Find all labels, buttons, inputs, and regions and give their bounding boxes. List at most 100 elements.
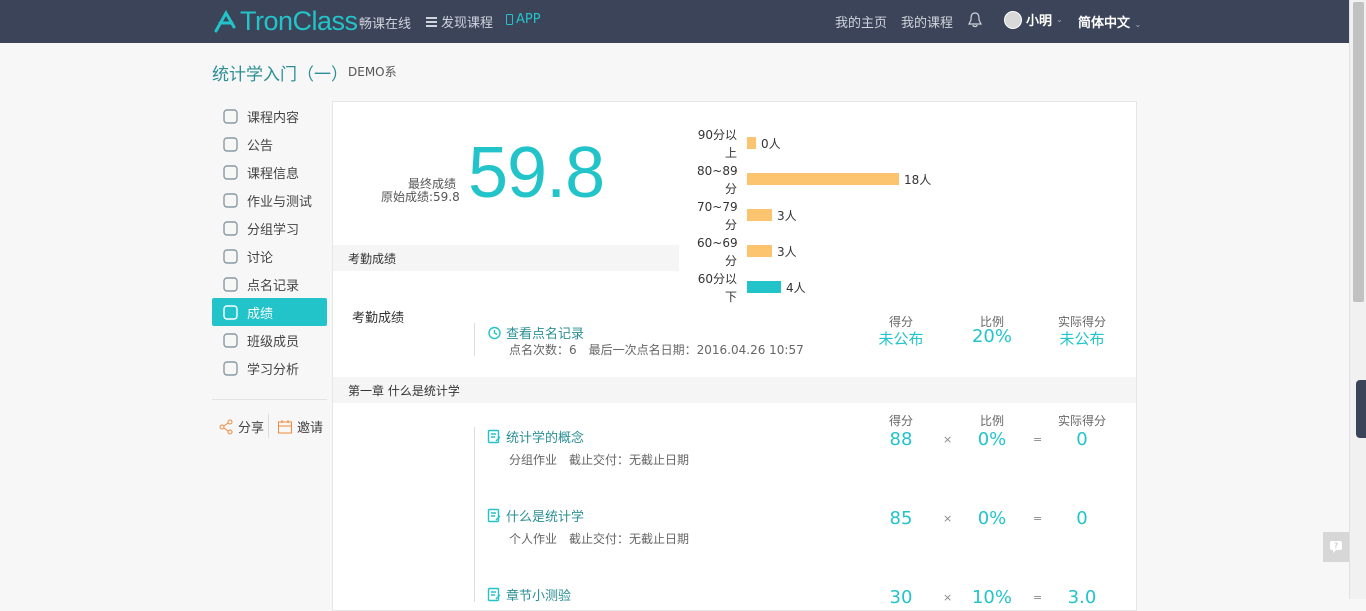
username: 小明 (1026, 14, 1053, 29)
activity-actual: 0 (1076, 508, 1088, 529)
calendar-icon (278, 419, 292, 433)
activity-link[interactable]: 什么是统计学 (487, 506, 584, 525)
distribution-bar (747, 245, 772, 257)
sidebar-item-label: 班级成员 (247, 334, 300, 350)
roll-call-icon (223, 276, 238, 292)
sidebar-item-3[interactable]: 作业与测试 (212, 186, 327, 214)
sidebar-item-label: 分组学习 (247, 222, 300, 238)
course-dept: DEMO系 (348, 65, 397, 79)
attendance-actual: 未公布 (1059, 330, 1105, 348)
chapter-band-label: 第一章 什么是统计学 (348, 383, 460, 398)
scrollbar-thumb[interactable] (1353, 2, 1364, 302)
top-navbar: TronClass 畅课在线 发现课程 APP 我的主页 我的课程 小明 ⌄ 简… (0, 0, 1349, 43)
slogan: 畅课在线 (359, 17, 412, 32)
attendance-title: 考勤成绩 (352, 311, 405, 326)
sidebar-item-9[interactable]: 学习分析 (212, 354, 327, 382)
activity-title: 统计学的概念 (506, 431, 585, 446)
activity-score: 88 (889, 429, 913, 450)
activity-title: 章节小测验 (506, 589, 572, 604)
sidebar-item-label: 成绩 (247, 306, 274, 322)
course-info-icon (223, 164, 238, 180)
divider (474, 323, 475, 356)
activity-link[interactable]: 统计学的概念 (487, 427, 584, 446)
activity-actual: 3.0 (1067, 587, 1097, 608)
homework-icon (223, 192, 238, 208)
my-home-link[interactable]: 我的主页 (835, 12, 887, 31)
distribution-value: 3人 (777, 245, 797, 259)
sidebar-item-0[interactable]: 课程内容 (212, 102, 327, 130)
sidebar-item-label: 学习分析 (247, 362, 300, 378)
invite-button[interactable]: 邀请 (277, 417, 323, 436)
distribution-bar (747, 281, 781, 293)
activity-ratio: 0% (977, 429, 1007, 450)
distribution-value: 4人 (786, 281, 806, 295)
distribution-label: 60~69分 (697, 236, 738, 268)
distribution-value: 0人 (761, 137, 781, 151)
distribution-value: 3人 (777, 209, 797, 223)
equals-sign: = (1033, 591, 1043, 604)
equals-sign: = (1033, 433, 1043, 446)
page-scrollbar[interactable] (1349, 0, 1366, 599)
actual-score-header: 实际得分 (1057, 414, 1106, 428)
activity-title: 什么是统计学 (506, 510, 585, 525)
discover-courses-link[interactable]: 发现课程 (426, 12, 493, 31)
original-score-label: 原始成绩:59.8 (381, 190, 460, 204)
sidebar-item-8[interactable]: 班级成员 (212, 326, 327, 354)
svg-text:?: ? (1334, 542, 1338, 551)
roll-call-meta: 点名次数：6 最后一次点名日期：2016.04.26 10:57 (509, 343, 804, 357)
group-icon (223, 220, 238, 236)
language-label: 简体中文 (1078, 16, 1131, 31)
sidebar-item-1[interactable]: 公告 (212, 130, 327, 158)
side-widget-tab[interactable] (1356, 380, 1366, 438)
distribution-label: 80~89分 (697, 164, 738, 196)
logo-text: TronClass (240, 6, 358, 36)
sidebar-item-7[interactable]: 成绩 (212, 298, 327, 326)
times-sign: × (943, 433, 953, 446)
equals-sign: = (1033, 512, 1043, 525)
sidebar-item-label: 点名记录 (247, 278, 300, 294)
sidebar-item-label: 作业与测试 (247, 194, 313, 210)
discussion-icon (223, 248, 238, 264)
view-roll-call-link[interactable]: 查看点名记录 (487, 323, 584, 342)
app-link[interactable]: APP (506, 12, 541, 27)
divider (474, 427, 475, 602)
distribution-bar (747, 137, 756, 149)
sidebar-item-2[interactable]: 课程信息 (212, 158, 327, 186)
distribution-bar (747, 173, 899, 185)
sidebar-item-label: 公告 (247, 138, 274, 154)
activity-ratio: 0% (977, 508, 1007, 529)
distribution-label: 70~79分 (697, 200, 738, 232)
sidebar-item-6[interactable]: 点名记录 (212, 270, 327, 298)
divider (268, 414, 269, 438)
tronclass-logo[interactable]: TronClass (212, 6, 358, 37)
attendance-ratio: 20% (971, 326, 1012, 347)
sidebar-item-label: 课程信息 (247, 166, 300, 182)
logo-mark-icon (214, 9, 236, 32)
language-select[interactable]: 简体中文 ⌄ (1078, 12, 1141, 31)
sidebar-item-5[interactable]: 讨论 (212, 242, 327, 270)
chevron-down-icon: ⌄ (1056, 15, 1063, 24)
app-label: APP (516, 12, 541, 27)
score-header: 得分 (888, 414, 913, 428)
share-label: 分享 (238, 421, 265, 436)
homework-icon (487, 508, 501, 523)
phone-icon (506, 14, 513, 25)
sidebar-item-4[interactable]: 分组学习 (212, 214, 327, 242)
sidebar-item-label: 课程内容 (247, 110, 300, 126)
bell-icon[interactable] (968, 12, 982, 28)
activity-link[interactable]: 章节小测验 (487, 585, 571, 604)
activity-score: 85 (889, 508, 913, 529)
ratio-header: 比例 (979, 414, 1004, 428)
distribution-label: 60分以下 (697, 272, 737, 304)
times-sign: × (943, 591, 953, 604)
distribution-value: 18人 (904, 173, 932, 187)
share-button[interactable]: 分享 (218, 417, 264, 436)
my-courses-link[interactable]: 我的课程 (901, 12, 953, 31)
discover-label: 发现课程 (441, 16, 494, 31)
announcement-icon (223, 136, 238, 152)
course-content-icon (223, 108, 238, 124)
user-menu[interactable]: 小明 ⌄ (1004, 10, 1063, 29)
final-score-value: 59.8 (468, 133, 605, 213)
help-chat-icon: ? (1330, 541, 1342, 553)
help-button[interactable]: ? (1323, 532, 1349, 562)
